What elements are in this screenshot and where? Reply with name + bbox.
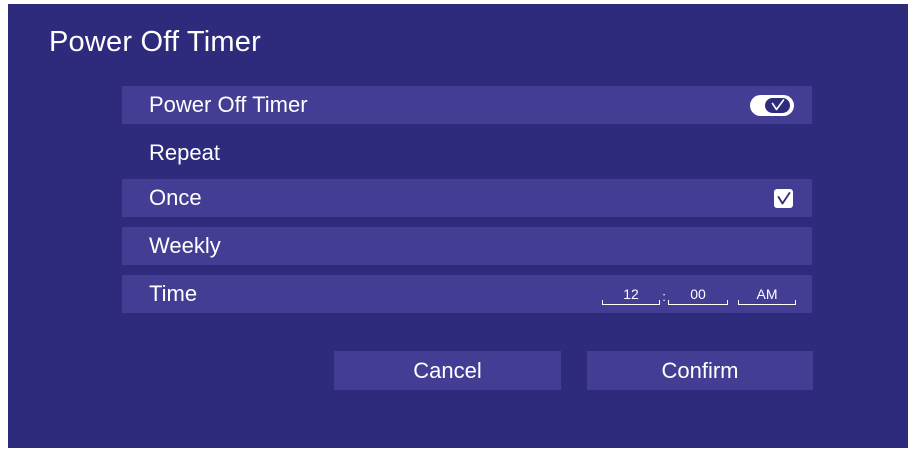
repeat-heading-row: Repeat <box>122 134 812 172</box>
weekly-label: Weekly <box>149 233 221 258</box>
power-off-timer-label: Power Off Timer <box>149 92 308 117</box>
time-label: Time <box>149 281 198 306</box>
am-pm-field[interactable]: AM <box>738 287 796 305</box>
once-row[interactable]: Once <box>122 179 812 217</box>
dialog-title: Power Off Timer <box>49 26 261 58</box>
minute-field[interactable]: 00 <box>668 287 728 305</box>
time-separator: : <box>662 289 666 304</box>
toggle-check-icon <box>764 96 791 114</box>
power-off-timer-row[interactable]: Power Off Timer <box>122 86 812 124</box>
power-off-timer-dialog: Power Off Timer Power Off Timer Repeat O… <box>8 4 908 448</box>
weekly-row[interactable]: Weekly <box>122 227 812 265</box>
once-label: Once <box>149 185 202 210</box>
hour-field[interactable]: 12 <box>602 287 660 305</box>
once-checkbox[interactable] <box>774 188 793 208</box>
cancel-button[interactable]: Cancel <box>334 351 561 390</box>
check-icon <box>777 191 790 204</box>
confirm-button[interactable]: Confirm <box>587 351 813 390</box>
repeat-label: Repeat <box>149 140 220 165</box>
time-fields: 12 : 00 AM <box>602 283 796 305</box>
power-off-timer-toggle[interactable] <box>750 94 794 116</box>
time-row: Time 12 : 00 AM <box>122 275 812 313</box>
